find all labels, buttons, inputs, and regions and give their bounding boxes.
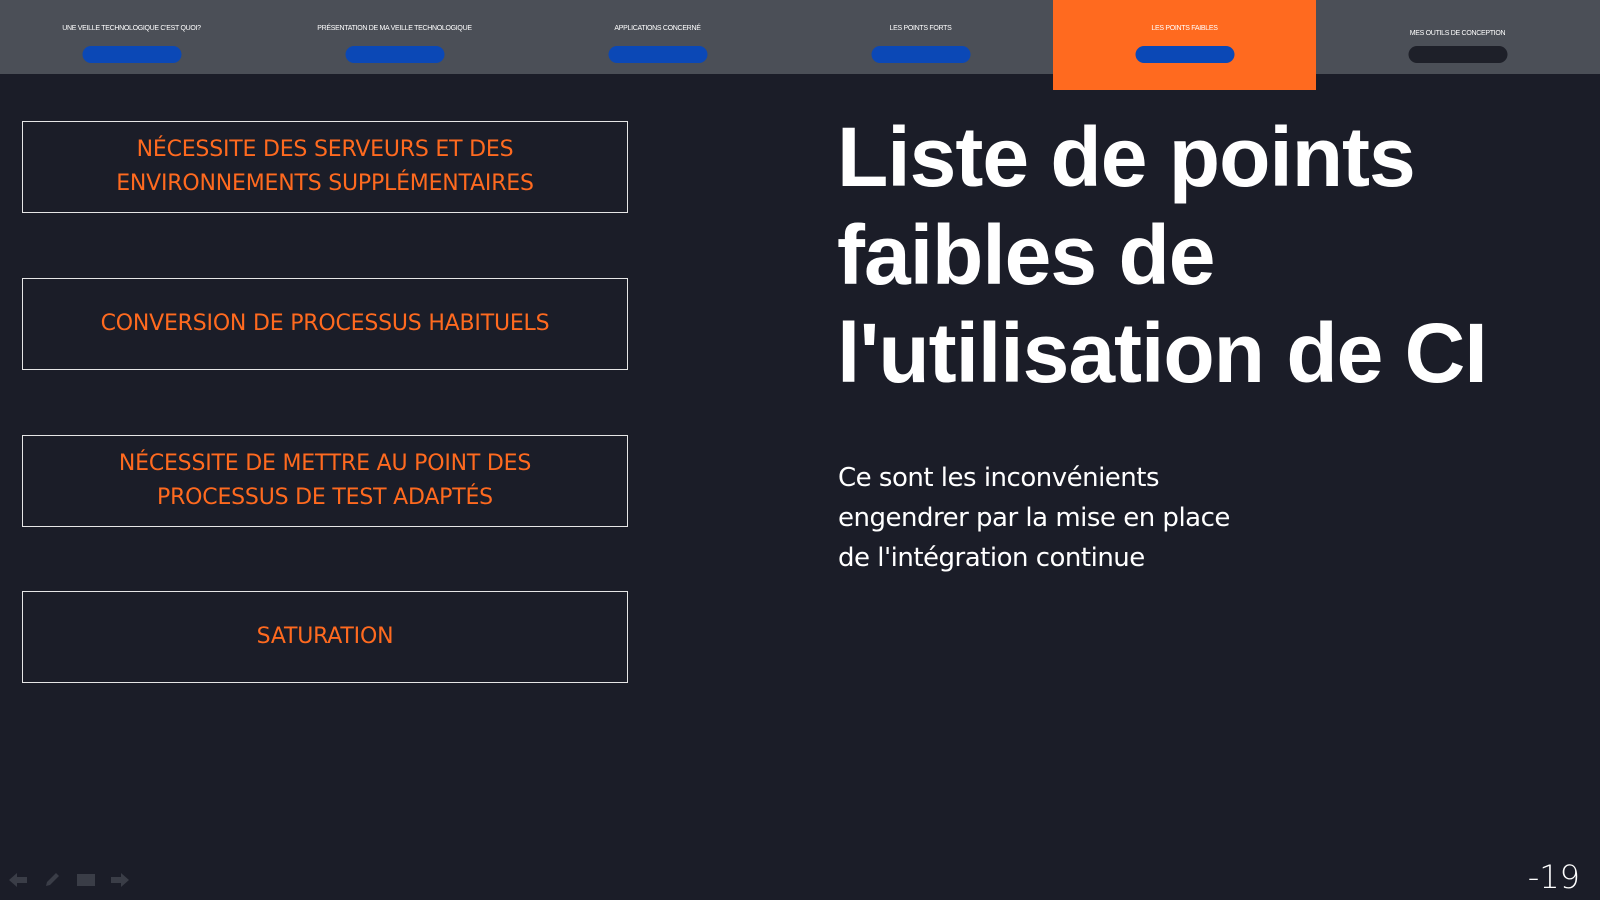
slide-title: Liste de points faibles de l'utilisation…	[837, 110, 1488, 400]
weakness-box: NÉCESSITE DE METTRE AU POINT DES PROCESS…	[22, 435, 628, 527]
weakness-text: CONVERSION DE PROCESSUS HABITUELS	[100, 311, 550, 336]
page-number: -19	[1527, 858, 1580, 896]
weakness-text: NÉCESSITE DES SERVEURS ET DES ENVIRONNEM…	[116, 137, 534, 196]
nav-tab-label: LES POINTS FAIBLES	[1151, 25, 1218, 32]
nav-tab-presentation[interactable]: PRÉSENTATION DE MA VEILLE TECHNOLOGIQUE	[263, 0, 526, 74]
weakness-text: SATURATION	[256, 624, 394, 649]
nav-tab-outils[interactable]: MES OUTILS DE CONCEPTION	[1326, 0, 1589, 74]
nav-tab-label: PRÉSENTATION DE MA VEILLE TECHNOLOGIQUE	[317, 25, 472, 32]
nav-tab-pill[interactable]	[1135, 46, 1234, 63]
nav-tab-pill[interactable]	[345, 46, 444, 63]
nav-tab-pill[interactable]	[608, 46, 707, 63]
slide: UNE VEILLE TECHNOLOGIQUE C'EST QUOI? PRÉ…	[0, 0, 1600, 900]
weakness-text: NÉCESSITE DE METTRE AU POINT DES PROCESS…	[118, 451, 532, 510]
forward-arrow-icon[interactable]	[110, 870, 130, 890]
nav-tab-label: LES POINTS FORTS	[889, 25, 952, 32]
nav-tab-points-forts[interactable]: LES POINTS FORTS	[789, 0, 1052, 74]
slide-description: Ce sont les inconvénients engendrer par …	[838, 463, 1230, 573]
weakness-box: SATURATION	[22, 591, 628, 683]
weakness-box: CONVERSION DE PROCESSUS HABITUELS	[22, 278, 628, 370]
nav-tab-pill[interactable]	[82, 46, 181, 63]
nav-tab-applications[interactable]: APPLICATIONS CONCERNÉ	[526, 0, 789, 74]
nav-tab-pill[interactable]	[1408, 46, 1507, 63]
nav-tab-label: APPLICATIONS CONCERNÉ	[614, 25, 701, 32]
presentation-controls	[8, 869, 130, 891]
nav-tab-pill[interactable]	[871, 46, 970, 63]
back-arrow-icon[interactable]	[8, 870, 28, 890]
top-navigation: UNE VEILLE TECHNOLOGIQUE C'EST QUOI? PRÉ…	[0, 0, 1600, 90]
pen-icon[interactable]	[42, 870, 62, 890]
nav-tab-label: UNE VEILLE TECHNOLOGIQUE C'EST QUOI?	[62, 25, 201, 32]
weakness-box: NÉCESSITE DES SERVEURS ET DES ENVIRONNEM…	[22, 121, 628, 213]
screen-icon[interactable]	[76, 870, 96, 890]
nav-tab-veille-quoi[interactable]: UNE VEILLE TECHNOLOGIQUE C'EST QUOI?	[0, 0, 263, 74]
nav-tab-label: MES OUTILS DE CONCEPTION	[1409, 30, 1506, 37]
nav-tab-points-faibles[interactable]: LES POINTS FAIBLES	[1053, 0, 1316, 90]
